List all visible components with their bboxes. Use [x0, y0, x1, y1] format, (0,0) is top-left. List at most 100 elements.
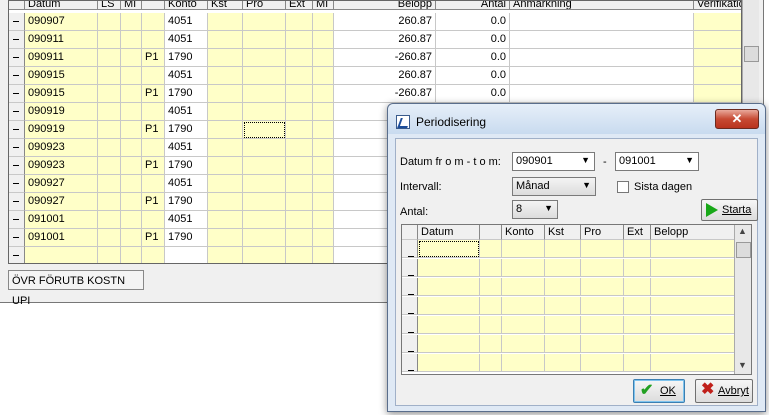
row-selector[interactable] [9, 121, 25, 139]
ledger-row[interactable]: 090915 4051 260.87 0.0 [9, 67, 741, 85]
period-cell[interactable] [545, 354, 581, 372]
ledger-cell-col9[interactable] [313, 193, 334, 211]
period-cell[interactable] [581, 259, 624, 277]
ledger-cell-col8[interactable] [286, 247, 313, 263]
ledger-cell-col3[interactable] [121, 85, 142, 103]
period-cell[interactable] [624, 335, 651, 353]
ledger-cell-antal[interactable]: 0.0 [436, 49, 510, 67]
ledger-cell-col7[interactable] [243, 211, 286, 229]
ledger-cell-antal[interactable]: 0.0 [436, 31, 510, 49]
period-row[interactable] [402, 316, 735, 335]
period-cell[interactable] [502, 259, 545, 277]
ledger-cell-belopp[interactable]: -260.87 [334, 49, 436, 67]
ledger-cell-konto[interactable]: 4051 [165, 13, 208, 31]
period-cell[interactable] [545, 297, 581, 315]
ledger-cell-col8[interactable] [286, 139, 313, 157]
row-selector[interactable] [9, 247, 25, 263]
ledger-cell-col7[interactable] [243, 103, 286, 121]
period-cell[interactable] [545, 316, 581, 334]
ledger-cell-col12[interactable] [510, 13, 694, 31]
ledger-cell-col9[interactable] [313, 49, 334, 67]
period-cell[interactable] [624, 240, 651, 258]
ledger-cell-col7[interactable] [243, 85, 286, 103]
period-cell[interactable] [624, 259, 651, 277]
row-selector[interactable] [402, 354, 418, 372]
ok-button[interactable]: ✔ OK [633, 379, 685, 403]
ledger-cell-p[interactable]: P1 [142, 49, 165, 67]
period-cell[interactable] [418, 278, 480, 296]
ledger-cell-datum[interactable]: 090919 [25, 121, 98, 139]
period-cell[interactable] [502, 240, 545, 258]
ledger-cell-datum[interactable]: 090923 [25, 157, 98, 175]
period-cell[interactable] [651, 297, 735, 315]
chevron-up-icon[interactable]: ▲ [738, 226, 747, 236]
ledger-cell-datum[interactable] [25, 247, 98, 263]
ledger-cell-col9[interactable] [313, 103, 334, 121]
period-cell[interactable] [651, 354, 735, 372]
period-cell[interactable] [418, 354, 480, 372]
row-selector[interactable] [9, 13, 25, 31]
ledger-cell-antal[interactable]: 0.0 [436, 67, 510, 85]
ledger-cell-col8[interactable] [286, 229, 313, 247]
ledger-cell-col12[interactable] [510, 49, 694, 67]
ledger-cell-col2[interactable] [98, 85, 121, 103]
ledger-cell-p[interactable] [142, 13, 165, 31]
ledger-cell-belopp[interactable]: -260.87 [334, 85, 436, 103]
antal-combo[interactable]: 8 ▼ [512, 200, 558, 219]
period-grid-scrollbar[interactable]: ▲ ▼ [734, 225, 751, 374]
ledger-cell-col9[interactable] [313, 139, 334, 157]
col-datum[interactable]: Datum [25, 1, 98, 10]
period-cell[interactable] [651, 240, 735, 258]
ledger-cell-p[interactable] [142, 31, 165, 49]
sista-dagen-checkbox[interactable] [617, 181, 629, 193]
period-cell[interactable] [581, 297, 624, 315]
period-cell[interactable] [480, 354, 502, 372]
ledger-cell-col12[interactable] [510, 85, 694, 103]
ledger-cell-datum[interactable]: 090911 [25, 31, 98, 49]
period-cell[interactable] [651, 335, 735, 353]
ledger-cell-col7[interactable] [243, 13, 286, 31]
period-cell[interactable] [480, 297, 502, 315]
period-cell[interactable] [624, 278, 651, 296]
pcol-belopp[interactable]: Belopp [651, 225, 735, 240]
col-pro[interactable]: Pro [243, 1, 286, 10]
ledger-cell-datum[interactable]: 090927 [25, 175, 98, 193]
ledger-cell-datum[interactable]: 090919 [25, 103, 98, 121]
ledger-cell-belopp[interactable]: 260.87 [334, 31, 436, 49]
ledger-cell-col6[interactable] [208, 229, 243, 247]
ledger-cell-col6[interactable] [208, 247, 243, 263]
ledger-cell-col2[interactable] [98, 67, 121, 85]
ledger-cell-p[interactable] [142, 247, 165, 263]
ledger-cell-col9[interactable] [313, 229, 334, 247]
pcol-kst[interactable]: Kst [545, 225, 581, 240]
ledger-cell-col9[interactable] [313, 31, 334, 49]
ledger-cell-col7[interactable] [243, 229, 286, 247]
row-selector[interactable] [402, 335, 418, 353]
row-selector[interactable] [9, 193, 25, 211]
ledger-cell-col3[interactable] [121, 103, 142, 121]
col-kst[interactable]: Kst [208, 1, 243, 10]
row-selector[interactable] [402, 278, 418, 296]
col-mi[interactable]: MI [121, 1, 142, 10]
row-selector[interactable] [9, 103, 25, 121]
ledger-cell-col12[interactable] [510, 67, 694, 85]
ledger-row[interactable]: 090915 P1 1790 -260.87 0.0 [9, 85, 741, 103]
ledger-row[interactable]: 090911 4051 260.87 0.0 [9, 31, 741, 49]
ledger-cell-col8[interactable] [286, 121, 313, 139]
ledger-cell-col2[interactable] [98, 139, 121, 157]
ledger-cell-p[interactable]: P1 [142, 157, 165, 175]
col-konto[interactable]: Konto [165, 1, 208, 10]
ledger-cell-col3[interactable] [121, 67, 142, 85]
ledger-cell-datum[interactable]: 091001 [25, 229, 98, 247]
period-cell[interactable] [418, 297, 480, 315]
ledger-cell-p[interactable] [142, 175, 165, 193]
ledger-cell-konto[interactable] [165, 247, 208, 263]
col-verifikation[interactable]: Verifikation [694, 1, 741, 10]
ledger-cell-col7[interactable] [243, 157, 286, 175]
ledger-cell-col2[interactable] [98, 157, 121, 175]
period-cell[interactable] [581, 278, 624, 296]
period-cell[interactable] [651, 259, 735, 277]
period-cell[interactable] [480, 259, 502, 277]
period-cell[interactable] [545, 278, 581, 296]
row-selector[interactable] [402, 259, 418, 277]
